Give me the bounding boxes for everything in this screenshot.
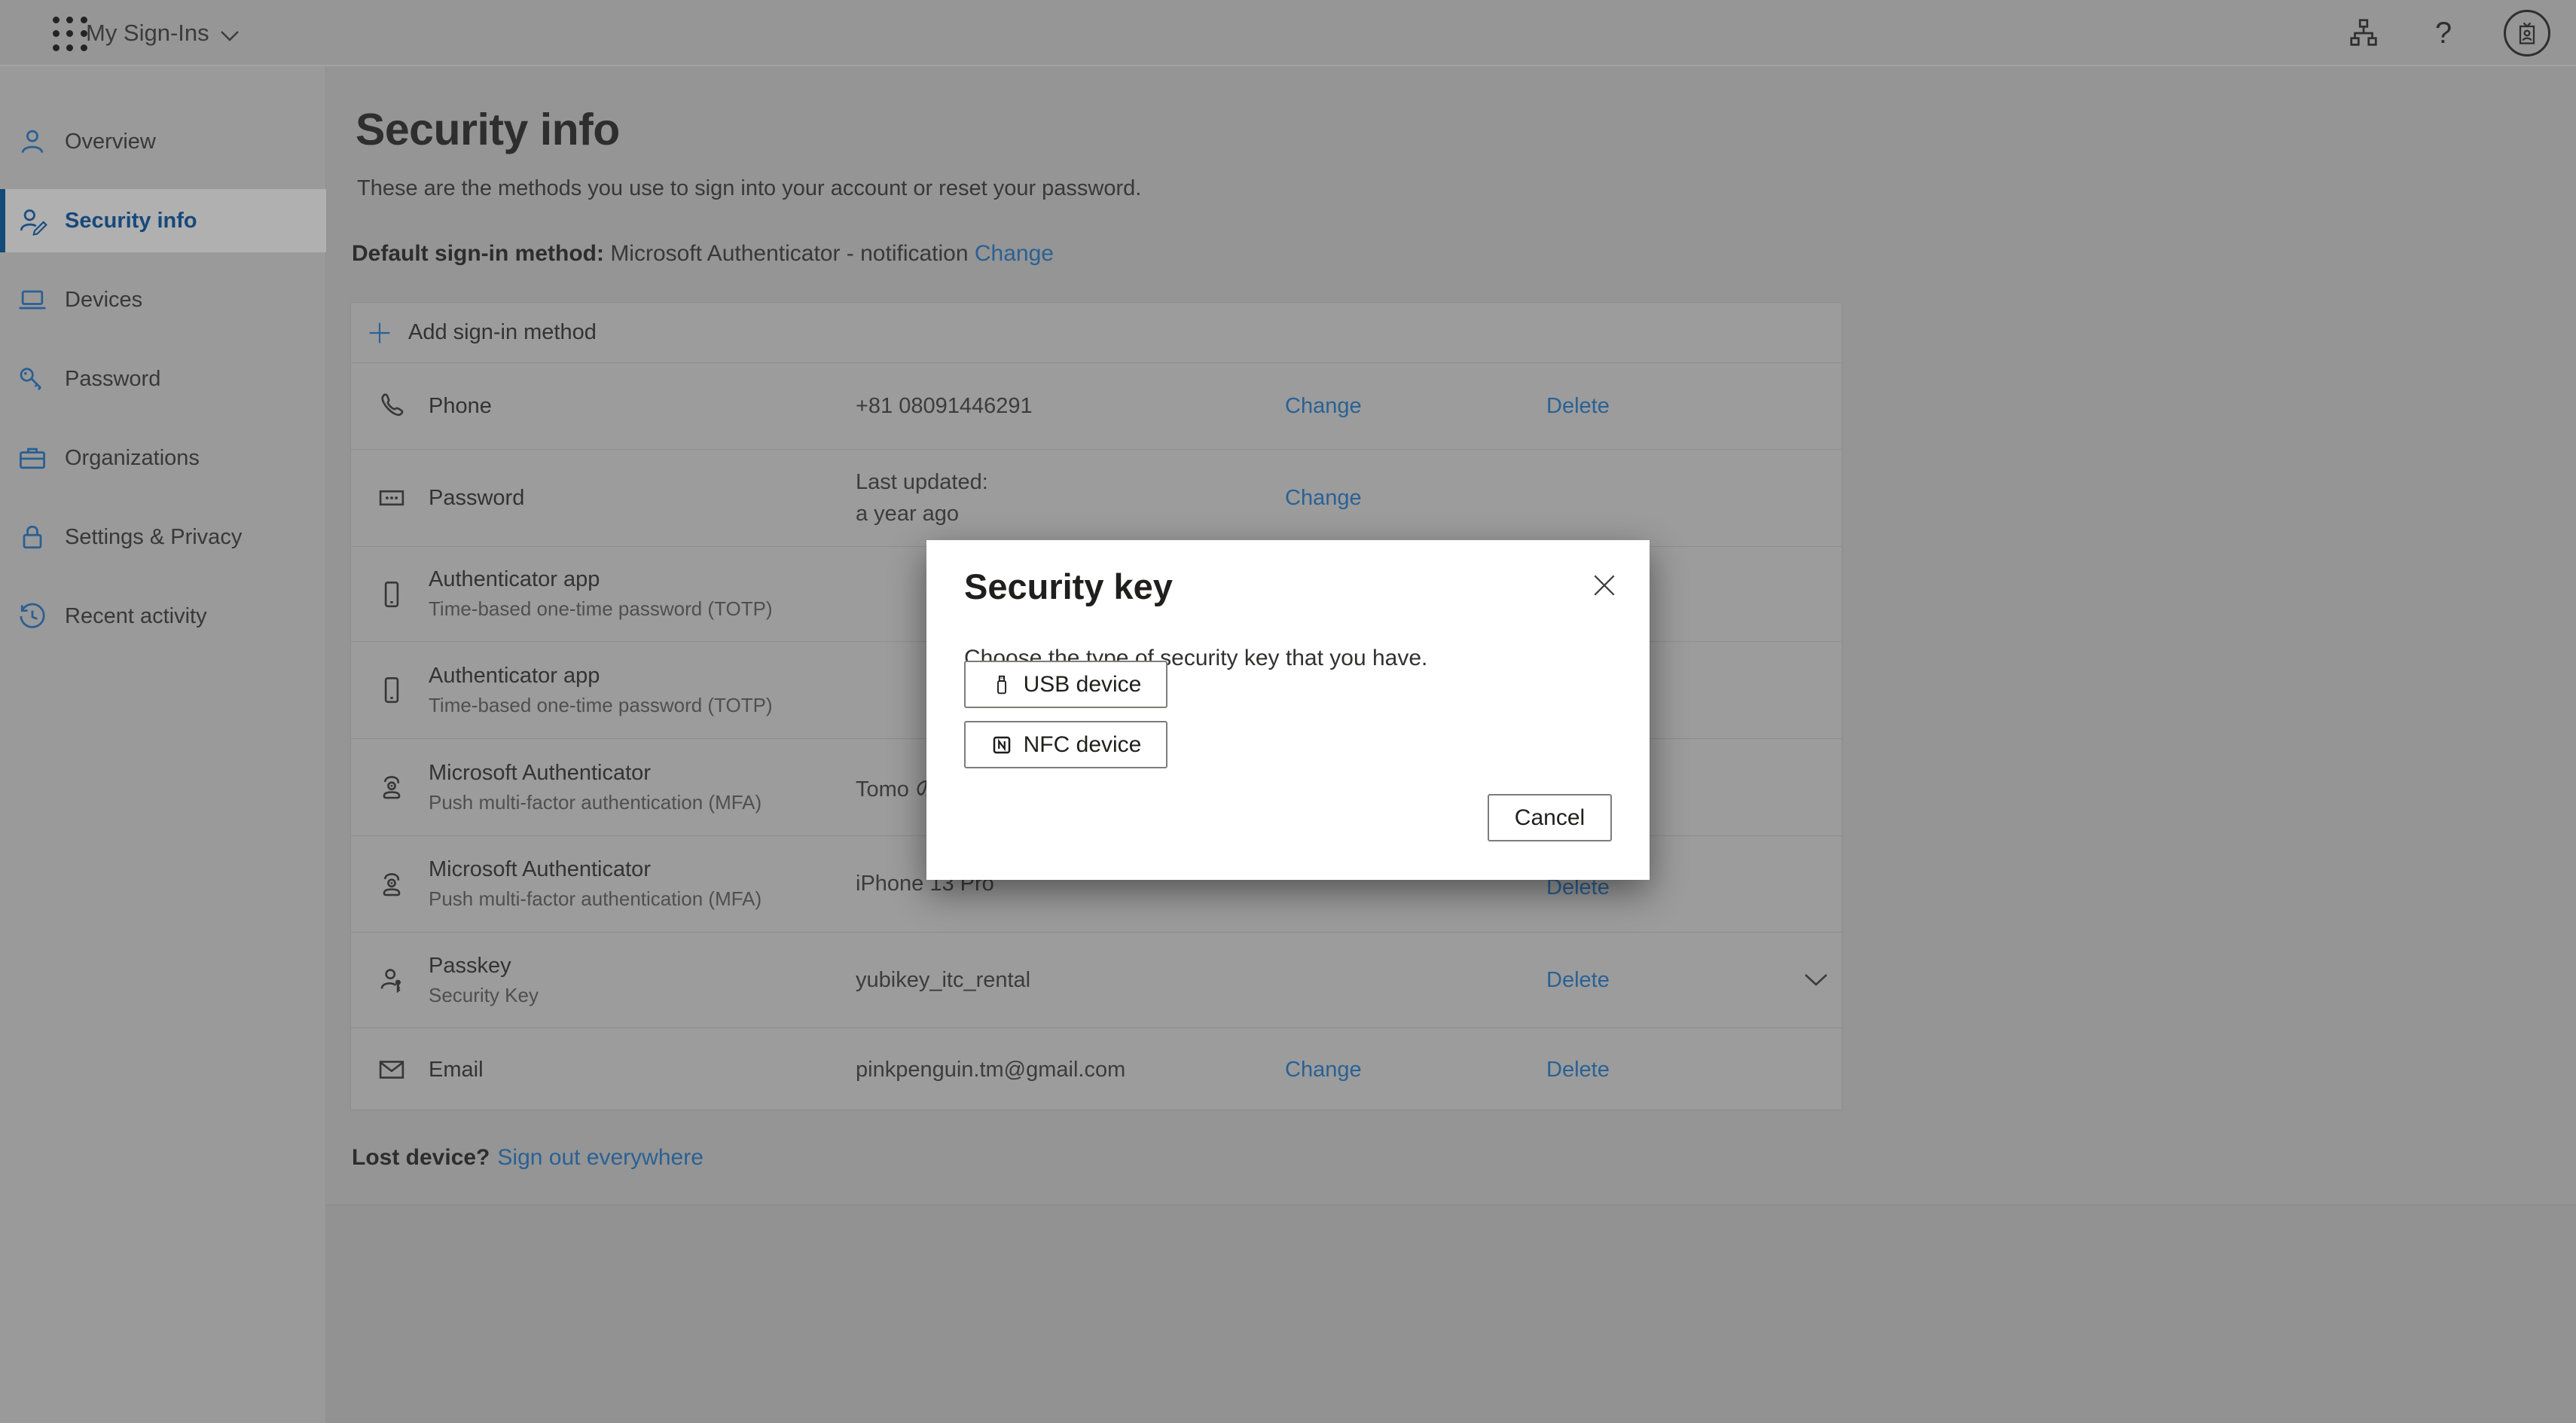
cancel-button[interactable]: Cancel — [1488, 794, 1612, 841]
app-title[interactable]: My Sign-Ins — [86, 20, 209, 47]
sidebar-item-settings-privacy[interactable]: Settings & Privacy — [0, 505, 326, 569]
authenticator-lock-icon — [374, 739, 409, 835]
close-icon[interactable] — [1588, 569, 1621, 602]
sign-out-everywhere-link[interactable]: Sign out everywhere — [497, 1145, 704, 1170]
plus-icon — [368, 321, 392, 345]
sidebar-item-overview[interactable]: Overview — [0, 110, 326, 173]
method-name: Microsoft Authenticator — [429, 761, 835, 786]
sidebar-item-security-info[interactable]: Security info — [0, 189, 326, 252]
default-signin-line: Default sign-in method: Microsoft Authen… — [352, 241, 1054, 267]
chevron-down-icon[interactable] — [220, 30, 240, 42]
usb-device-button[interactable]: USB device — [964, 661, 1167, 708]
default-signin-change-link[interactable]: Change — [975, 241, 1054, 266]
method-name: Phone — [429, 394, 835, 419]
change-link[interactable]: Change — [1285, 486, 1362, 511]
nfc-icon — [990, 734, 1013, 756]
password-dots-icon — [374, 450, 409, 546]
cancel-label: Cancel — [1515, 805, 1585, 831]
smartphone-icon — [374, 547, 409, 641]
default-signin-value: Microsoft Authenticator - notification — [604, 241, 975, 266]
method-value-line2: a year ago — [856, 502, 1262, 527]
app-launcher-icon[interactable] — [53, 17, 87, 51]
help-icon[interactable]: ? — [2424, 14, 2463, 53]
method-subtitle: Security Key — [429, 984, 835, 1007]
nfc-device-label: NFC device — [1024, 732, 1142, 758]
page-title: Security info — [356, 104, 620, 155]
person-icon — [15, 124, 50, 159]
sidebar-item-devices[interactable]: Devices — [0, 268, 326, 331]
laptop-icon — [15, 282, 50, 317]
person-edit-icon — [15, 203, 50, 238]
method-name: Password — [429, 486, 835, 511]
table-row-phone: Phone +81 08091446291 Change Delete — [351, 362, 1842, 449]
sidebar-nav: Overview Security info Devices Password … — [0, 66, 326, 1423]
method-value-line1: Last updated: — [856, 470, 1262, 495]
content-footer-area — [327, 1205, 2576, 1423]
phone-icon — [374, 363, 409, 449]
authenticator-lock-icon — [374, 836, 409, 932]
passkey-person-key-icon — [374, 933, 409, 1028]
method-value: +81 08091446291 — [856, 394, 1262, 419]
method-value: yubikey_itc_rental — [856, 968, 1262, 993]
method-name: Microsoft Authenticator — [429, 857, 835, 882]
briefcase-icon — [15, 441, 50, 475]
lost-device-line: Lost device? Sign out everywhere — [352, 1145, 704, 1171]
method-name: Email — [429, 1058, 835, 1083]
smartphone-icon — [374, 642, 409, 738]
account-badge-icon[interactable] — [2504, 10, 2550, 56]
method-name: Passkey — [429, 954, 835, 979]
table-row-email: Email pinkpenguin.tm@gmail.com Change De… — [351, 1028, 1842, 1111]
sidebar-item-password[interactable]: Password — [0, 347, 326, 411]
usb-device-label: USB device — [1024, 672, 1142, 698]
add-signin-method-label: Add sign-in method — [408, 320, 597, 345]
sidebar-item-organizations[interactable]: Organizations — [0, 426, 326, 490]
add-signin-method-row[interactable]: Add sign-in method — [351, 303, 1842, 362]
method-subtitle: Push multi-factor authentication (MFA) — [429, 791, 835, 814]
sidebar-item-label: Settings & Privacy — [65, 525, 242, 550]
chevron-down-icon[interactable] — [1801, 933, 1831, 1028]
delete-link[interactable]: Delete — [1546, 968, 1610, 993]
page-subtitle: These are the methods you use to sign in… — [357, 176, 1141, 201]
sidebar-item-recent-activity[interactable]: Recent activity — [0, 585, 326, 648]
dialog-title: Security key — [964, 566, 1173, 607]
delete-link[interactable]: Delete — [1546, 1058, 1610, 1083]
sidebar-item-label: Security info — [65, 209, 197, 234]
key-icon — [15, 362, 50, 396]
table-row-password: Password Last updated: a year ago Change — [351, 449, 1842, 546]
change-link[interactable]: Change — [1285, 1058, 1362, 1083]
nfc-device-button[interactable]: NFC device — [964, 721, 1167, 768]
sidebar-item-label: Password — [65, 367, 160, 392]
lost-device-label: Lost device? — [352, 1145, 490, 1170]
change-link[interactable]: Change — [1285, 394, 1362, 419]
method-subtitle: Time-based one-time password (TOTP) — [429, 597, 835, 621]
top-app-bar: My Sign-Ins ? — [0, 0, 2576, 66]
lock-icon — [15, 520, 50, 554]
table-row-passkey: Passkey Security Key yubikey_itc_rental … — [351, 932, 1842, 1028]
delete-link[interactable]: Delete — [1546, 394, 1610, 419]
method-subtitle: Push multi-factor authentication (MFA) — [429, 887, 835, 911]
history-clock-icon — [15, 599, 50, 634]
method-value: pinkpenguin.tm@gmail.com — [856, 1058, 1262, 1083]
default-signin-label: Default sign-in method: — [352, 241, 604, 266]
usb-stick-icon — [990, 673, 1013, 696]
method-subtitle: Time-based one-time password (TOTP) — [429, 694, 835, 717]
sidebar-item-label: Overview — [65, 130, 156, 154]
org-chart-icon[interactable] — [2344, 14, 2383, 53]
sidebar-item-label: Organizations — [65, 446, 200, 471]
method-name: Authenticator app — [429, 567, 835, 592]
sidebar-item-label: Recent activity — [65, 604, 207, 629]
email-icon — [374, 1028, 409, 1111]
security-key-dialog: Security key Choose the type of security… — [926, 540, 1650, 880]
method-name: Authenticator app — [429, 664, 835, 689]
sidebar-item-label: Devices — [65, 288, 142, 313]
